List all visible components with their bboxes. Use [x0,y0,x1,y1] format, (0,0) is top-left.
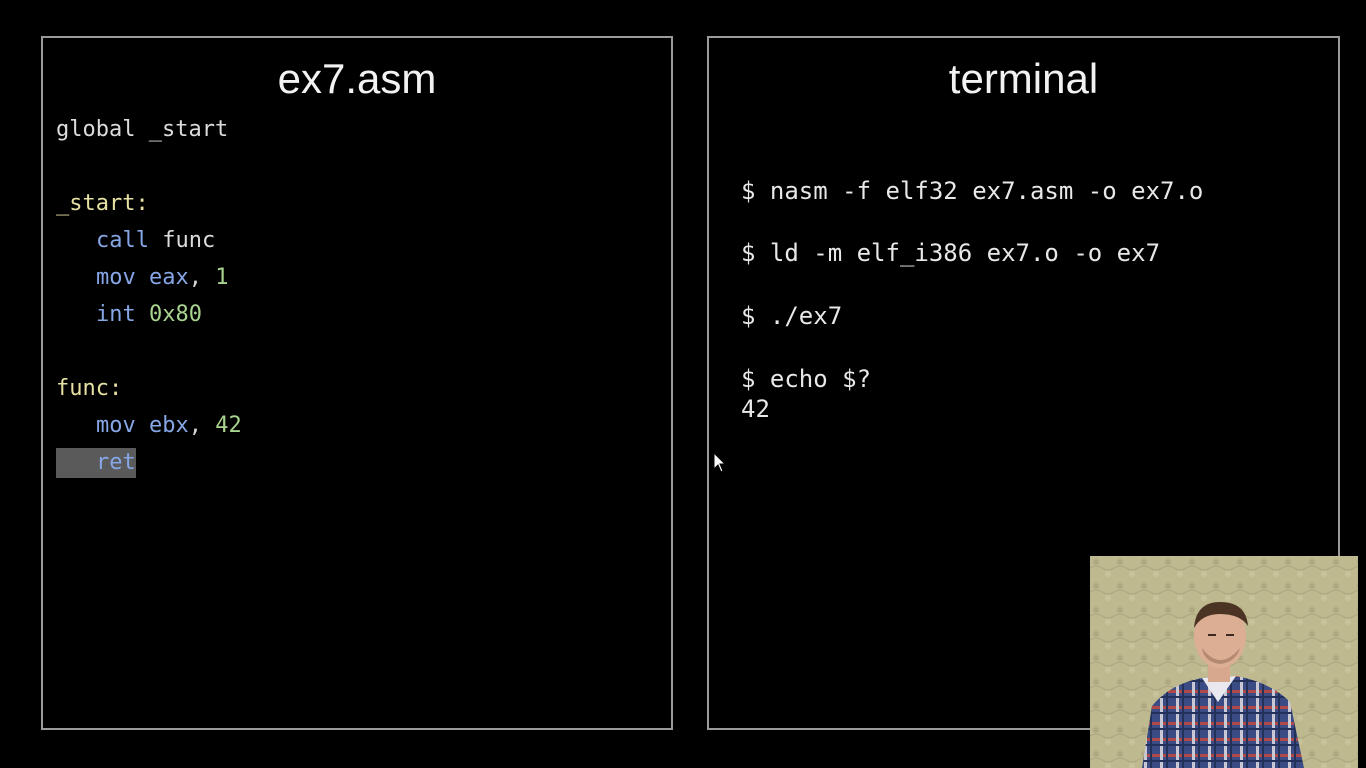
code-line-int: int 0x80 [96,300,202,330]
code-line-mov-ebx: mov ebx, 42 [96,411,242,441]
terminal-title: terminal [948,55,1099,102]
presenter-video [1090,556,1358,768]
code-register: eax [149,265,189,290]
code-mnemonic: mov [96,265,136,290]
webcam-overlay [1090,556,1358,768]
terminal-command-nasm: $ nasm -f elf32 ex7.asm -o ex7.o [741,177,1204,205]
code-line-call: call func [96,226,215,256]
code-mnemonic: mov [96,413,136,438]
code-value: 1 [215,265,229,290]
code-line-func-label: func: [56,374,122,404]
code-label: func: [56,376,123,401]
text-selection: ret [56,448,136,478]
code-separator: , [188,413,202,438]
terminal-command-run: $ ./ex7 [741,302,843,330]
terminal-command-echo: $ echo $? [741,365,872,393]
code-separator: , [188,265,202,290]
code-mnemonic: int [96,302,136,327]
code-operand: func [162,228,216,253]
code-line-text: global _start [56,117,229,142]
code-line-mov-eax: mov eax, 1 [96,263,229,293]
terminal-command-ld: $ ld -m elf_i386 ex7.o -o ex7 [741,239,1161,267]
code-mnemonic: ret [96,450,136,475]
code-line-global: global _start [56,115,228,145]
code-register: ebx [149,413,189,438]
code-value: 42 [215,413,242,438]
code-mnemonic: call [96,228,149,253]
code-line-start-label: _start: [56,189,149,219]
code-label: _start: [56,191,149,216]
editor-title: ex7.asm [277,55,437,102]
mouse-pointer-icon [713,452,727,473]
code-value: 0x80 [149,302,202,327]
terminal-output: 42 [741,395,770,423]
code-line-ret[interactable]: ret [56,448,136,478]
editor-panel: ex7.asm global _start _start: call func … [41,36,673,730]
